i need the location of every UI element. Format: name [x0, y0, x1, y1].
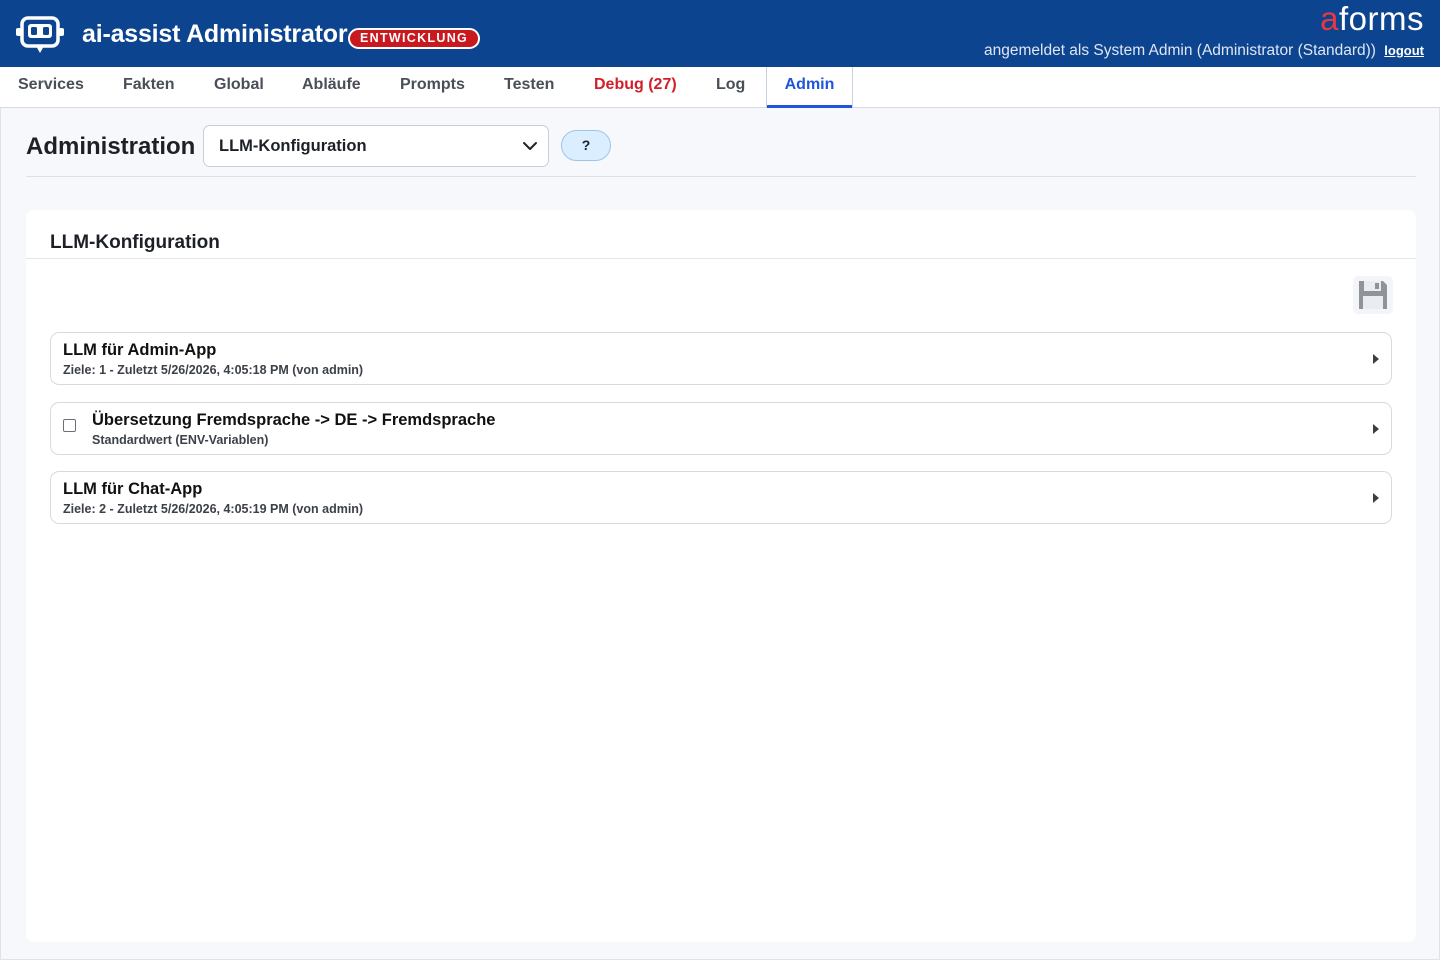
tab-global[interactable]: Global [214, 67, 264, 108]
item-checkbox[interactable] [63, 419, 76, 432]
page-title: Administration [26, 133, 196, 160]
app-title: ai-assist Administrator [82, 20, 348, 48]
main-nav: Services Fakten Global Abläufe Prompts T… [0, 67, 1440, 108]
tab-debug[interactable]: Debug (27) [594, 67, 677, 108]
environment-badge: ENTWICKLUNG [348, 28, 481, 49]
list-item-llm-chat-app[interactable]: LLM für Chat-App Ziele: 2 - Zuletzt 5/26… [50, 471, 1392, 524]
admin-page: Administration LLM-Konfiguration ? LLM-K… [0, 108, 1440, 960]
robot-chat-icon [16, 14, 64, 56]
tab-services[interactable]: Services [18, 67, 84, 108]
list-item-title: LLM für Chat-App [63, 480, 203, 498]
logged-in-user: angemeldet als System Admin (Administrat… [984, 42, 1376, 59]
llm-config-card: LLM-Konfiguration LLM für Admin-App Ziel… [26, 210, 1416, 942]
list-item-subtitle: Ziele: 1 - Zuletzt 5/26/2026, 4:05:18 PM… [63, 363, 364, 377]
caret-right-icon[interactable] [1373, 493, 1379, 503]
list-item-subtitle: Standardwert (ENV-Variablen) [92, 433, 269, 447]
tab-testen[interactable]: Testen [504, 67, 554, 108]
chevron-down-icon [522, 138, 538, 154]
caret-right-icon[interactable] [1373, 354, 1379, 364]
tab-admin[interactable]: Admin [766, 67, 853, 108]
tab-log[interactable]: Log [716, 67, 745, 108]
tab-ablaeufe[interactable]: Abläufe [302, 67, 361, 108]
logout-link[interactable]: logout [1384, 43, 1424, 58]
user-info: angemeldet als System Admin (Administrat… [984, 42, 1424, 60]
tab-fakten[interactable]: Fakten [123, 67, 175, 108]
list-item-uebersetzung[interactable]: Übersetzung Fremdsprache -> DE -> Fremds… [50, 402, 1392, 455]
list-item-title: Übersetzung Fremdsprache -> DE -> Fremds… [92, 411, 496, 429]
admin-section-select[interactable]: LLM-Konfiguration [203, 125, 549, 167]
select-value: LLM-Konfiguration [219, 137, 367, 155]
help-button[interactable]: ? [561, 130, 611, 161]
tab-prompts[interactable]: Prompts [400, 67, 465, 108]
brand-logo-a: a [1320, 0, 1339, 37]
caret-right-icon[interactable] [1373, 424, 1379, 434]
list-item-llm-admin-app[interactable]: LLM für Admin-App Ziele: 1 - Zuletzt 5/2… [50, 332, 1392, 385]
card-divider [26, 258, 1416, 259]
list-item-subtitle: Ziele: 2 - Zuletzt 5/26/2026, 4:05:19 PM… [63, 502, 364, 516]
card-title: LLM-Konfiguration [50, 232, 220, 253]
save-button[interactable] [1353, 276, 1393, 314]
list-item-title: LLM für Admin-App [63, 341, 217, 359]
header-divider [26, 176, 1416, 177]
app-header: ai-assist Administrator ENTWICKLUNG afor… [0, 0, 1440, 67]
brand-logo: aforms [1320, 0, 1424, 38]
brand-logo-rest: forms [1339, 0, 1424, 37]
